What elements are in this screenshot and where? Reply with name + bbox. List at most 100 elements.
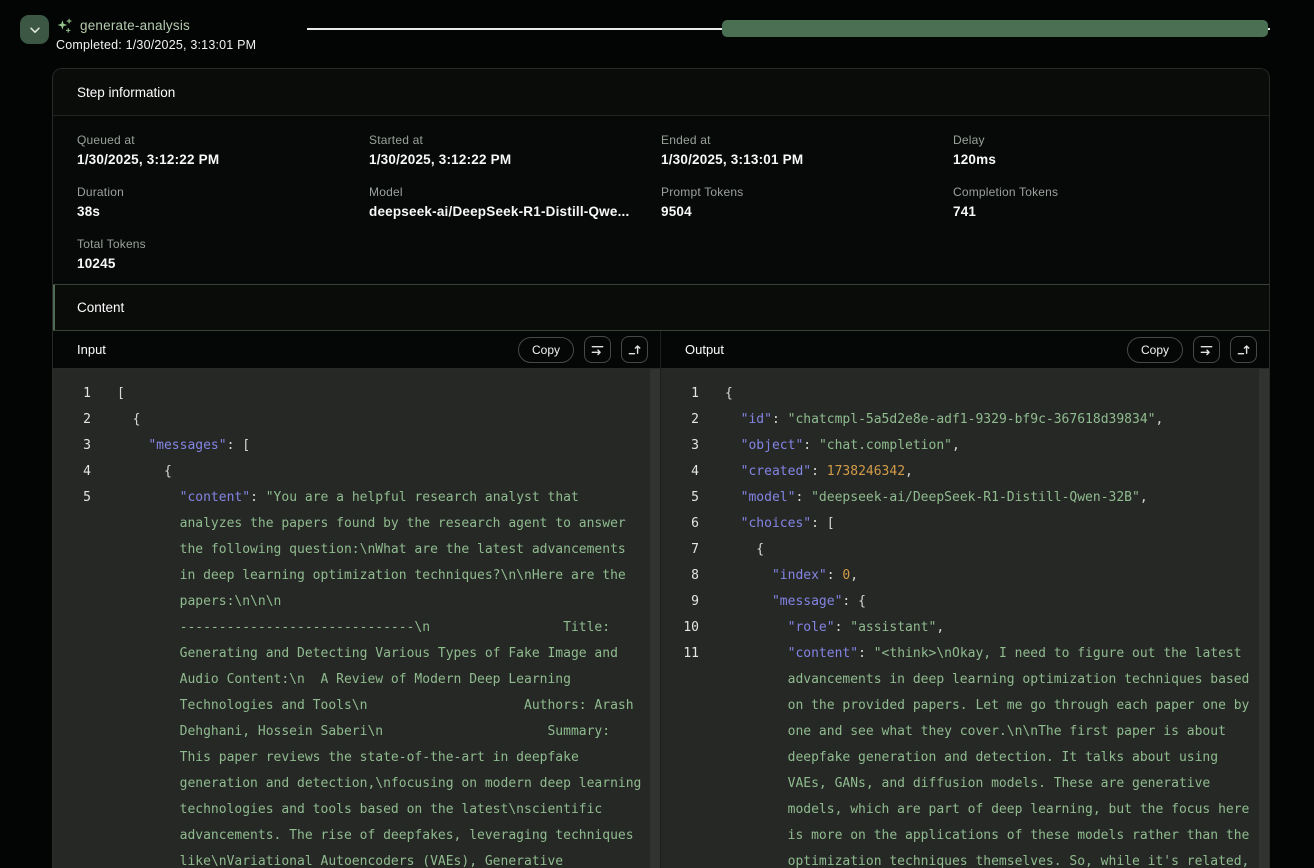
line-number — [53, 797, 91, 823]
code-line-text: "model": "deepseek-ai/DeepSeek-R1-Distil… — [725, 485, 1148, 511]
input-output-split: Input Copy 1[2 {3 "messages": [4 {5 "con… — [53, 331, 1269, 868]
info-field: Completion Tokens741 — [953, 185, 1245, 219]
code-line: 5 "content": "You are a helpful research… — [53, 485, 660, 511]
code-line: 6 "choices": [ — [661, 511, 1269, 537]
wrap-lines-icon — [1199, 342, 1214, 357]
code-line-text: "id": "chatcmpl-5a5d2e8e-adf1-9329-bf9c-… — [725, 407, 1163, 433]
line-number — [661, 771, 699, 797]
code-line-text: Audio Content:\n A Review of Modern Deep… — [117, 667, 571, 693]
output-scrollbar-track[interactable] — [1259, 369, 1269, 868]
code-line: This paper reviews the state-of-the-art … — [53, 745, 660, 771]
input-code-lines: 1[2 {3 "messages": [4 {5 "content": "You… — [53, 381, 660, 868]
output-title: Output — [685, 342, 724, 357]
code-line-text: models, which are part of deep learning,… — [725, 797, 1249, 823]
input-panel-header: Input Copy — [53, 331, 660, 369]
line-number — [53, 693, 91, 719]
line-number — [53, 849, 91, 868]
code-line-text: on the provided papers. Let me go throug… — [725, 693, 1249, 719]
step-information-header[interactable]: Step information — [53, 69, 1269, 116]
field-label: Started at — [369, 133, 661, 147]
code-line: ------------------------------\n Title: — [53, 615, 660, 641]
field-value: 1/30/2025, 3:13:01 PM — [661, 152, 953, 167]
field-value: 9504 — [661, 204, 953, 219]
step-heading: generate-analysis Completed: 1/30/2025, … — [56, 17, 256, 52]
line-number — [661, 667, 699, 693]
code-line-text: "index": 0, — [725, 563, 858, 589]
line-number — [53, 615, 91, 641]
output-actions: Copy — [1127, 336, 1257, 363]
code-line-text: "choices": [ — [725, 511, 835, 537]
code-line-text: like\nVariational Autoencoders (VAEs), G… — [117, 849, 563, 868]
line-number — [53, 745, 91, 771]
code-line-text: papers:\n\n\n — [117, 589, 281, 615]
code-line: Technologies and Tools\n Authors: Arash — [53, 693, 660, 719]
code-line: one and see what they cover.\n\nThe firs… — [661, 719, 1269, 745]
info-field: Duration38s — [77, 185, 369, 219]
line-number — [53, 719, 91, 745]
line-number: 9 — [661, 589, 699, 615]
code-line-text: in deep learning optimization techniques… — [117, 563, 626, 589]
wrap-lines-button[interactable] — [1193, 336, 1220, 363]
line-number — [53, 511, 91, 537]
copy-input-button[interactable]: Copy — [518, 337, 574, 363]
input-code-area[interactable]: 1[2 {3 "messages": [4 {5 "content": "You… — [53, 369, 660, 868]
code-line: 10 "role": "assistant", — [661, 615, 1269, 641]
code-line: VAEs, GANs, and diffusion models. These … — [661, 771, 1269, 797]
code-line: 1[ — [53, 381, 660, 407]
line-number — [53, 641, 91, 667]
code-line: 2 "id": "chatcmpl-5a5d2e8e-adf1-9329-bf9… — [661, 407, 1269, 433]
field-label: Model — [369, 185, 661, 199]
code-line: models, which are part of deep learning,… — [661, 797, 1269, 823]
wrap-lines-icon — [590, 342, 605, 357]
line-number: 11 — [661, 641, 699, 667]
copy-output-button[interactable]: Copy — [1127, 337, 1183, 363]
field-label: Completion Tokens — [953, 185, 1245, 199]
field-label: Queued at — [77, 133, 369, 147]
line-number: 2 — [53, 407, 91, 433]
content-section-header[interactable]: Content — [53, 284, 1269, 331]
code-line-text: "content": "<think>\nOkay, I need to fig… — [725, 641, 1242, 667]
line-number — [53, 589, 91, 615]
line-number — [53, 563, 91, 589]
step-information-title: Step information — [77, 85, 175, 100]
code-line: Dehghani, Hossein Saberi\n Summary: — [53, 719, 660, 745]
code-line-text: analyzes the papers found by the researc… — [117, 511, 626, 537]
line-number — [53, 771, 91, 797]
input-scrollbar-track[interactable] — [650, 369, 660, 868]
wrap-lines-button[interactable] — [584, 336, 611, 363]
code-line: like\nVariational Autoencoders (VAEs), G… — [53, 849, 660, 868]
field-value: deepseek-ai/DeepSeek-R1-Distill-Qwe... — [369, 204, 661, 219]
field-value: 120ms — [953, 152, 1245, 167]
code-line: 11 "content": "<think>\nOkay, I need to … — [661, 641, 1269, 667]
scroll-to-top-button[interactable] — [1230, 336, 1257, 363]
code-line-text: { — [725, 381, 733, 407]
input-title: Input — [77, 342, 106, 357]
code-line-text: one and see what they cover.\n\nThe firs… — [725, 719, 1226, 745]
field-value: 10245 — [77, 256, 369, 271]
collapse-step-button[interactable] — [20, 15, 49, 44]
field-label: Delay — [953, 133, 1245, 147]
chevron-down-icon — [28, 23, 42, 37]
code-line-text: "created": 1738246342, — [725, 459, 913, 485]
line-number: 1 — [661, 381, 699, 407]
code-line-text: generation and detection,\nfocusing on m… — [117, 771, 641, 797]
scroll-to-top-button[interactable] — [621, 336, 648, 363]
line-number: 5 — [53, 485, 91, 511]
field-value: 1/30/2025, 3:12:22 PM — [369, 152, 661, 167]
code-line: analyzes the papers found by the researc… — [53, 511, 660, 537]
field-value: 1/30/2025, 3:12:22 PM — [77, 152, 369, 167]
step-detail-panel: Step information Queued at1/30/2025, 3:1… — [52, 68, 1270, 868]
line-number: 2 — [661, 407, 699, 433]
scroll-to-top-icon — [1236, 342, 1251, 357]
timeline-duration-bar[interactable] — [722, 20, 1268, 37]
info-field: Total Tokens10245 — [77, 237, 369, 271]
sparkles-icon — [56, 17, 73, 34]
code-line: 4 "created": 1738246342, — [661, 459, 1269, 485]
code-line: 3 "messages": [ — [53, 433, 660, 459]
code-line: 1{ — [661, 381, 1269, 407]
code-line-text: is more on the applications of these mod… — [725, 823, 1249, 849]
step-name: generate-analysis — [80, 18, 190, 33]
output-code-area[interactable]: 1{2 "id": "chatcmpl-5a5d2e8e-adf1-9329-b… — [661, 369, 1269, 868]
line-number — [661, 797, 699, 823]
info-field: Ended at1/30/2025, 3:13:01 PM — [661, 133, 953, 167]
